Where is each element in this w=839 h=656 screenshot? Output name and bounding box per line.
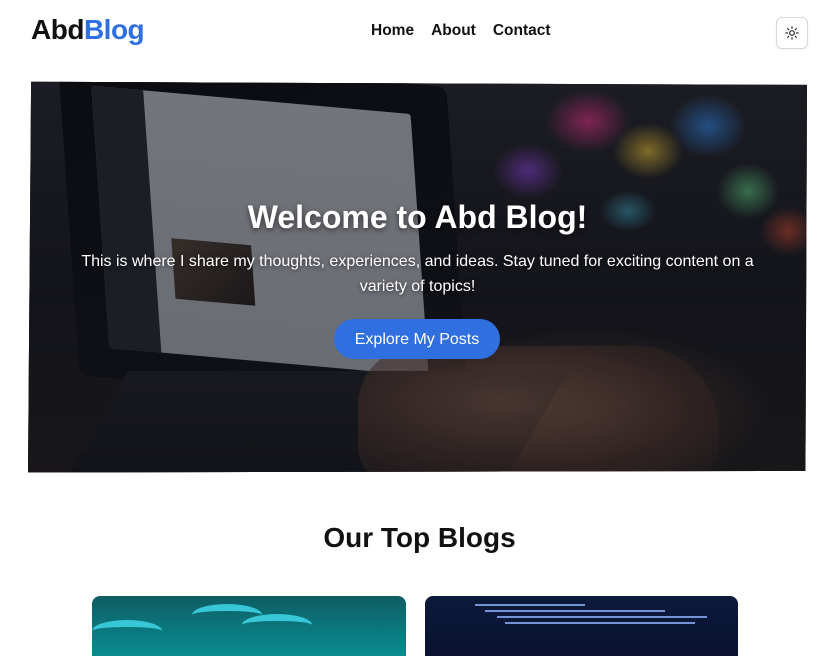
logo-text-abd: Abd: [31, 14, 84, 45]
blog-card-thumbnail[interactable]: [425, 596, 738, 656]
hero-banner: Welcome to Abd Blog! This is where I sha…: [28, 81, 807, 473]
logo-text-blog: Blog: [83, 14, 145, 45]
wave-shape: [242, 614, 312, 636]
blog-card-thumbnail[interactable]: [92, 596, 406, 656]
code-line: [475, 604, 585, 606]
hero-title: Welcome to Abd Blog!: [247, 199, 588, 235]
site-header: AbdBlog Home About Contact: [0, 0, 839, 62]
nav-link-about[interactable]: About: [431, 20, 476, 42]
theme-toggle-button[interactable]: [776, 17, 808, 49]
explore-posts-button[interactable]: Explore My Posts: [334, 319, 500, 359]
code-line: [485, 610, 665, 612]
code-line: [497, 616, 707, 618]
hero-description: This is where I share my thoughts, exper…: [81, 253, 754, 295]
wave-shape: [92, 620, 162, 642]
nav-link-home[interactable]: Home: [371, 20, 414, 42]
section-title: Our Top Blogs: [323, 522, 516, 553]
main-nav: Home About Contact: [371, 20, 551, 42]
site-logo[interactable]: AbdBlog: [31, 12, 145, 48]
nav-link-contact[interactable]: Contact: [493, 20, 551, 42]
sun-icon: [785, 26, 799, 40]
